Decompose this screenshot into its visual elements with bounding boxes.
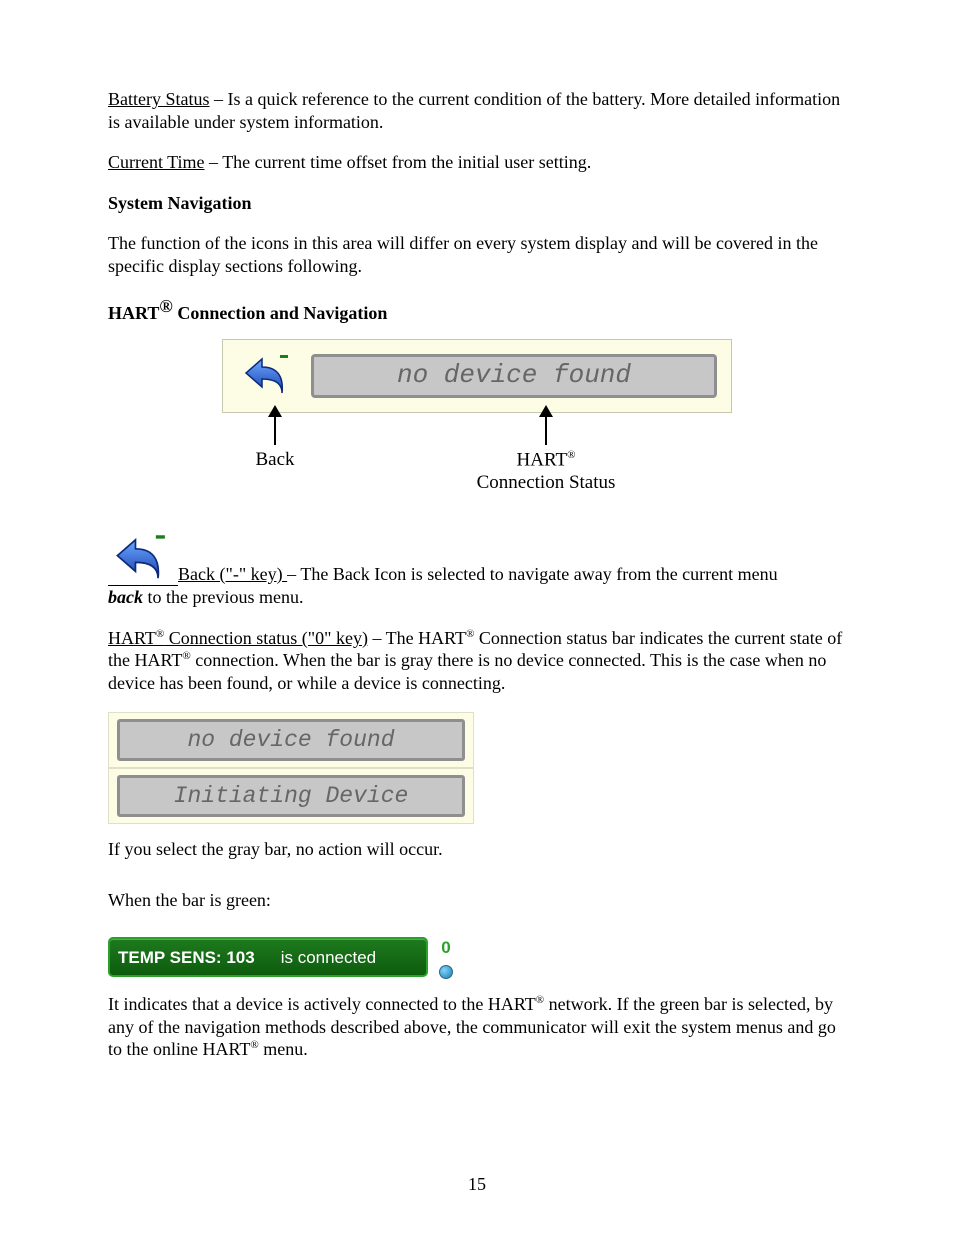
system-navigation-heading: System Navigation xyxy=(108,192,846,215)
hart-status-definition: HART® Connection status ("0" key) – The … xyxy=(108,627,846,695)
battery-status-definition: Battery Status – Is a quick reference to… xyxy=(108,88,846,133)
hart-address-badge: 0 xyxy=(441,939,450,956)
green-bar-paragraph: It indicates that a device is actively c… xyxy=(108,993,846,1061)
status-arrow-label: HART® Connection Status xyxy=(477,449,616,495)
hart-status-bar-green[interactable]: TEMP SENS: 103 is connected xyxy=(108,937,428,977)
battery-status-label: Battery Status xyxy=(108,89,210,109)
current-time-text: – The current time offset from the initi… xyxy=(205,152,592,172)
globe-icon xyxy=(439,965,453,979)
current-time-label: Current Time xyxy=(108,152,205,172)
battery-status-text: – Is a quick reference to the current co… xyxy=(108,89,840,132)
back-icon-inline[interactable] xyxy=(108,528,178,586)
gray-bar-note: If you select the gray bar, no action wi… xyxy=(108,838,846,861)
back-key-label: Back ("-" key) xyxy=(178,564,287,584)
page-number: 15 xyxy=(0,1173,954,1196)
current-time-definition: Current Time – The current time offset f… xyxy=(108,151,846,174)
status-arrow-callout: HART® Connection Status xyxy=(360,417,732,495)
back-arrow-callout: Back xyxy=(230,417,320,495)
green-side-indicators: 0 xyxy=(434,937,458,981)
connected-device-name: TEMP SENS: 103 xyxy=(118,947,255,968)
back-arrow-label: Back xyxy=(255,449,294,472)
connected-status-text: is connected xyxy=(281,947,376,968)
status-bar-no-device[interactable]: no device found xyxy=(117,719,465,761)
system-navigation-para: The function of the icons in this area w… xyxy=(108,232,846,277)
hart-connection-heading: HART® Connection and Navigation xyxy=(108,295,846,325)
hart-status-bar-gray[interactable]: no device found xyxy=(311,354,717,398)
hart-nav-figure: no device found Back HART® Connection St… xyxy=(222,339,732,495)
gray-status-bars: no device found Initiating Device xyxy=(108,712,846,824)
hart-nav-bar-area: no device found xyxy=(222,339,732,413)
back-definition-line2: back to the previous menu. xyxy=(108,586,846,609)
status-bar-initiating[interactable]: Initiating Device xyxy=(117,775,465,817)
green-bar-intro: When the bar is green: xyxy=(108,889,846,912)
back-definition-row: Back ("-" key) – The Back Icon is select… xyxy=(108,528,846,586)
back-icon[interactable] xyxy=(237,347,295,405)
green-status-bar-wrap: TEMP SENS: 103 is connected 0 xyxy=(108,937,458,981)
